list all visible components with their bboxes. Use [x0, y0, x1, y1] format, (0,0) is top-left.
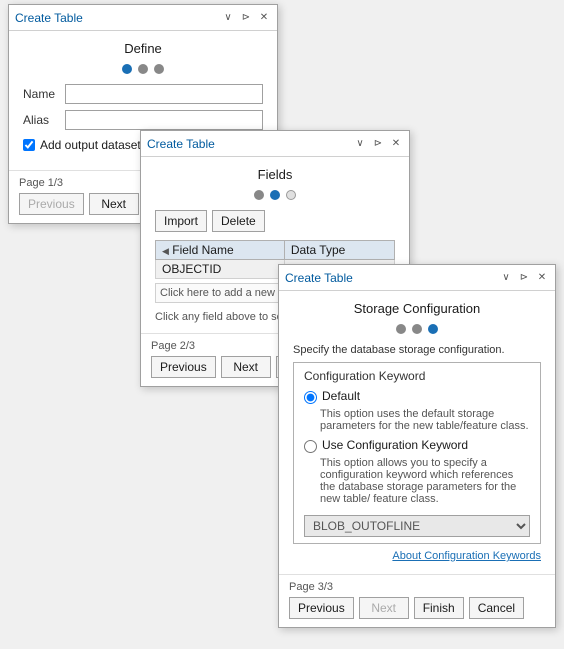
radio-default-label: Default — [322, 389, 360, 403]
radio-default-row: Default — [304, 389, 530, 404]
wizard-steps-storage — [293, 324, 541, 334]
wizard-title-fields: Fields — [155, 167, 395, 182]
close-button-3[interactable]: ✕ — [535, 271, 549, 285]
about-keywords-link[interactable]: About Configuration Keywords — [293, 550, 541, 562]
next-button-1[interactable]: Next — [89, 193, 139, 215]
col-header-field-name: ◀ Field Name — [156, 241, 285, 260]
next-button-3[interactable]: Next — [359, 597, 409, 619]
pin-button[interactable]: ⊳ — [239, 11, 253, 25]
previous-button-2[interactable]: Previous — [151, 356, 216, 378]
step-dot-f3 — [286, 190, 296, 200]
add-output-checkbox[interactable] — [23, 139, 35, 151]
name-label: Name — [23, 87, 65, 101]
step-dot-s2 — [412, 324, 422, 334]
name-input[interactable] — [65, 84, 263, 104]
import-delete-row: Import Delete — [155, 210, 395, 232]
sort-icon: ◀ — [162, 246, 169, 256]
config-keyword-select[interactable]: BLOB_OUTOFLINE — [304, 515, 530, 537]
dialog-fields-title: Create Table — [147, 137, 215, 151]
step-dot-2 — [138, 64, 148, 74]
alias-label: Alias — [23, 113, 65, 127]
col-field-name-label: Field Name — [172, 243, 233, 257]
footer-btns-3: Previous Next Finish Cancel — [289, 597, 545, 619]
pin-button-2[interactable]: ⊳ — [371, 137, 385, 151]
step-dot-s3 — [428, 324, 438, 334]
titlebar-controls-2: ∨ ⊳ ✕ — [353, 137, 403, 151]
wizard-steps-define — [23, 64, 263, 74]
dialog-define-title: Create Table — [15, 11, 83, 25]
close-button-2[interactable]: ✕ — [389, 137, 403, 151]
dialog-storage-footer: Page 3/3 Previous Next Finish Cancel — [279, 574, 555, 627]
import-button[interactable]: Import — [155, 210, 207, 232]
wizard-title-storage: Storage Configuration — [293, 301, 541, 316]
radio-group-title: Configuration Keyword — [304, 369, 530, 383]
dialog-define-titlebar: Create Table ∨ ⊳ ✕ — [9, 5, 277, 31]
radio-keyword-label: Use Configuration Keyword — [322, 438, 468, 452]
minimize-button[interactable]: ∨ — [221, 11, 235, 25]
dialog-storage: Create Table ∨ ⊳ ✕ Storage Configuration… — [278, 264, 556, 628]
add-output-label: Add output dataset — [40, 138, 141, 152]
step-dot-3 — [154, 64, 164, 74]
previous-button-1[interactable]: Previous — [19, 193, 84, 215]
finish-button-3[interactable]: Finish — [414, 597, 464, 619]
titlebar-controls: ∨ ⊳ ✕ — [221, 11, 271, 25]
minimize-button-3[interactable]: ∨ — [499, 271, 513, 285]
wizard-steps-fields — [155, 190, 395, 200]
titlebar-controls-3: ∨ ⊳ ✕ — [499, 271, 549, 285]
step-dot-f1 — [254, 190, 264, 200]
dialog-fields-titlebar: Create Table ∨ ⊳ ✕ — [141, 131, 409, 157]
radio-default[interactable] — [304, 391, 317, 404]
radio-keyword-desc: This option allows you to specify a conf… — [320, 457, 530, 505]
field-name-cell: OBJECTID — [156, 260, 285, 279]
pin-button-3[interactable]: ⊳ — [517, 271, 531, 285]
radio-default-desc: This option uses the default storage par… — [320, 408, 530, 432]
cancel-button-3[interactable]: Cancel — [469, 597, 524, 619]
close-button[interactable]: ✕ — [257, 11, 271, 25]
minimize-button-2[interactable]: ∨ — [353, 137, 367, 151]
config-keyword-group: Configuration Keyword Default This optio… — [293, 362, 541, 544]
radio-keyword-row: Use Configuration Keyword — [304, 438, 530, 453]
alias-input[interactable] — [65, 110, 263, 130]
previous-button-3[interactable]: Previous — [289, 597, 354, 619]
alias-row: Alias — [23, 110, 263, 130]
step-dot-s1 — [396, 324, 406, 334]
specify-text: Specify the database storage configurati… — [293, 344, 541, 356]
delete-button[interactable]: Delete — [212, 210, 265, 232]
radio-use-keyword[interactable] — [304, 440, 317, 453]
dialog-storage-title: Create Table — [285, 271, 353, 285]
next-button-2[interactable]: Next — [221, 356, 271, 378]
dialog-storage-titlebar: Create Table ∨ ⊳ ✕ — [279, 265, 555, 291]
page-label-3: Page 3/3 — [289, 581, 545, 593]
col-header-data-type: Data Type — [284, 241, 394, 260]
step-dot-f2 — [270, 190, 280, 200]
name-row: Name — [23, 84, 263, 104]
step-dot-1 — [122, 64, 132, 74]
dialog-storage-body: Storage Configuration Specify the databa… — [279, 291, 555, 574]
wizard-title-define: Define — [23, 41, 263, 56]
